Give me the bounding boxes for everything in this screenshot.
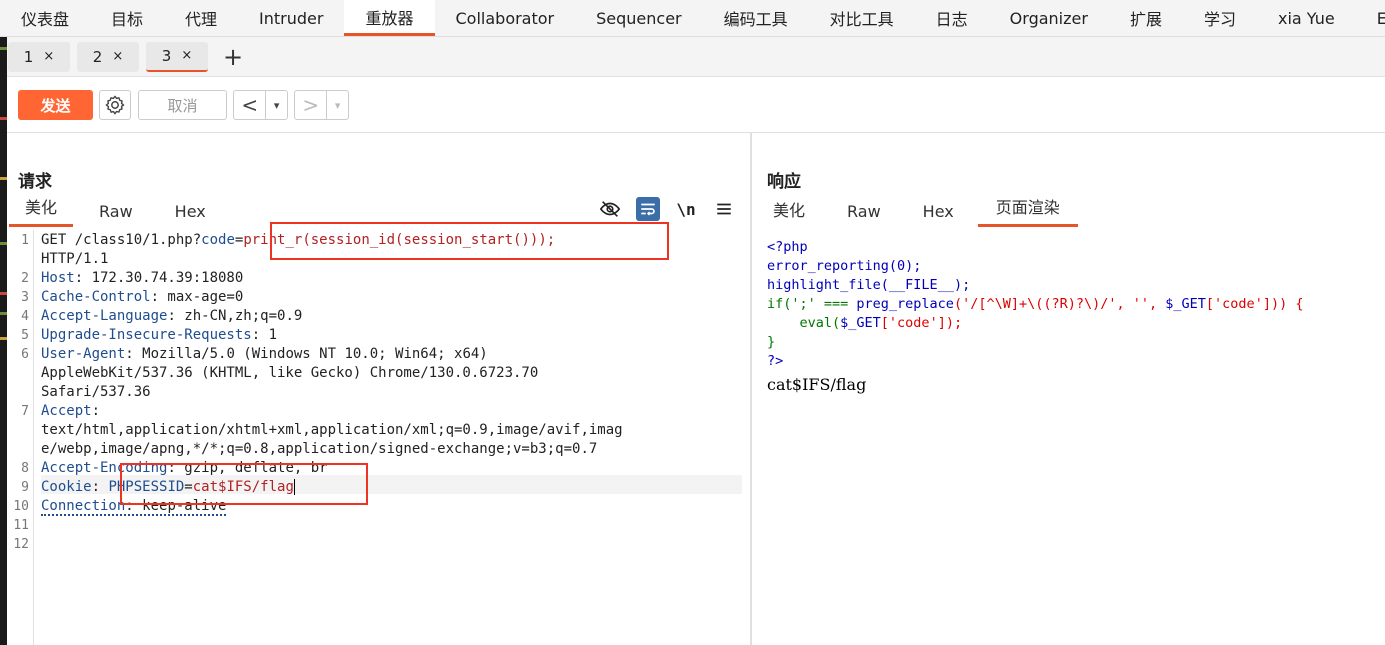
newline-icon[interactable]: \n [674, 197, 698, 221]
menu-tab-extensions[interactable]: 扩展 [1109, 0, 1183, 36]
request-line-6-cont: AppleWebKit/537.36 (KHTML, like Gecko) C… [41, 365, 539, 381]
menu-tab-organizer[interactable]: Organizer [989, 0, 1109, 36]
send-button[interactable]: 发送 [18, 90, 93, 120]
repeater-tabs: 1 × 2 × 3 × + [7, 37, 1385, 77]
request-line-6-cont: Safari/537.36 [41, 384, 151, 400]
repeater-tab-1[interactable]: 1 × [8, 41, 70, 72]
request-line-6: User-Agent: Mozilla/5.0 (Windows NT 10.0… [41, 346, 488, 362]
response-title: 响应 [767, 172, 801, 192]
line-number: 9 [21, 480, 29, 495]
add-tab-icon[interactable]: + [223, 43, 243, 71]
response-tab-hex[interactable]: Hex [897, 202, 970, 227]
request-view-icons: \n [598, 197, 736, 221]
settings-button[interactable] [99, 90, 131, 120]
menu-tab-logger[interactable]: 日志 [915, 0, 989, 36]
response-code-line: if(';' === preg_replace('/[^\W]+\((?R)?\… [767, 296, 1304, 312]
request-tabs: 美化 Raw Hex [9, 198, 222, 227]
request-title: 请求 [18, 172, 52, 192]
request-line-7-cont: e/webp,image/apng,*/*;q=0.8,application/… [41, 441, 598, 457]
menu-icon[interactable] [712, 197, 736, 221]
response-code-line: eval($_GET['code']); [767, 315, 963, 331]
line-number: 12 [13, 537, 29, 552]
tab-label: 1 [23, 47, 34, 66]
menu-tab-proxy[interactable]: 代理 [164, 0, 238, 36]
menu-tab-repeater[interactable]: 重放器 [344, 0, 435, 36]
chevron-right-icon: > [302, 93, 320, 117]
menu-tab-decoder[interactable]: 编码工具 [703, 0, 809, 36]
response-tab-pretty[interactable]: 美化 [757, 197, 821, 227]
close-icon[interactable]: × [43, 49, 54, 64]
request-tab-hex[interactable]: Hex [149, 202, 222, 227]
close-icon[interactable]: × [112, 49, 123, 64]
back-button[interactable]: < ▾ [233, 90, 288, 120]
request-editor[interactable]: 1 2 3 4 5 6 7 8 9 10 11 12 GET /class10/… [7, 222, 750, 645]
menu-tab-intruder[interactable]: Intruder [238, 0, 344, 36]
response-tab-raw[interactable]: Raw [821, 202, 897, 227]
request-line-7: Accept: [41, 403, 101, 419]
request-line-1-cont: HTTP/1.1 [41, 251, 109, 267]
menu-tab-export[interactable]: Export [1356, 0, 1385, 36]
menu-tab-target[interactable]: 目标 [90, 0, 164, 36]
menu-tab-learn[interactable]: 学习 [1183, 0, 1257, 36]
response-tab-render[interactable]: 页面渲染 [977, 194, 1078, 227]
gear-icon [105, 95, 125, 115]
response-tabs: 美化 Raw Hex 页面渲染 [757, 197, 1078, 227]
repeater-tab-2[interactable]: 2 × [77, 41, 139, 72]
request-line-2: Host: 172.30.74.39:18080 [41, 270, 244, 286]
line-number: 5 [21, 328, 29, 343]
eye-slash-icon[interactable] [598, 197, 622, 221]
request-tab-raw[interactable]: Raw [73, 202, 149, 227]
line-number: 8 [21, 461, 29, 476]
panel-divider[interactable] [750, 133, 752, 645]
chevron-down-icon[interactable]: ▾ [326, 91, 348, 119]
request-line-5: Upgrade-Insecure-Requests: 1 [41, 327, 278, 343]
line-number: 4 [21, 309, 29, 324]
tab-label: 3 [161, 46, 172, 65]
chevron-down-icon[interactable]: ▾ [265, 91, 287, 119]
highlight-box-cookie [120, 463, 368, 505]
line-number: 6 [21, 347, 29, 362]
menu-tab-collaborator[interactable]: Collaborator [435, 0, 576, 36]
repeater-toolbar: 发送 取消 < ▾ > ▾ [7, 78, 1385, 133]
response-render: <?php error_reporting(0); highlight_file… [767, 238, 1385, 394]
request-line-4: Accept-Language: zh-CN,zh;q=0.9 [41, 308, 303, 324]
repeater-tab-3[interactable]: 3 × [146, 41, 208, 72]
wrap-icon[interactable] [636, 197, 660, 221]
line-number: 7 [21, 404, 29, 419]
line-number: 3 [21, 290, 29, 305]
line-number: 2 [21, 271, 29, 286]
forward-button[interactable]: > ▾ [294, 90, 349, 120]
response-code-line: error_reporting(0); [767, 258, 922, 274]
tab-label: 2 [92, 47, 103, 66]
php-close-tag: ?> [767, 353, 784, 369]
request-line-7-cont: text/html,application/xhtml+xml,applicat… [41, 422, 623, 438]
left-edge-strip [0, 37, 7, 645]
main-menu: 仪表盘 目标 代理 Intruder 重放器 Collaborator Sequ… [0, 0, 1385, 37]
line-number: 1 [21, 233, 29, 248]
cancel-button[interactable]: 取消 [138, 90, 227, 120]
line-number: 10 [13, 499, 29, 514]
request-line-3: Cache-Control: max-age=0 [41, 289, 244, 305]
response-output-text: cat$IFS/flag [767, 375, 867, 394]
request-tab-pretty[interactable]: 美化 [9, 194, 74, 227]
close-icon[interactable]: × [181, 48, 192, 63]
line-number: 11 [13, 518, 29, 533]
highlight-box-code-param [270, 222, 669, 260]
menu-tab-comparer[interactable]: 对比工具 [809, 0, 915, 36]
php-open-tag: <?php [767, 239, 808, 255]
menu-tab-xia-yue[interactable]: xia Yue [1257, 0, 1356, 36]
chevron-left-icon: < [241, 93, 259, 117]
line-number-gutter: 1 2 3 4 5 6 7 8 9 10 11 12 [7, 230, 34, 645]
response-code-line: } [767, 334, 776, 350]
menu-tab-sequencer[interactable]: Sequencer [575, 0, 703, 36]
menu-tab-dashboard[interactable]: 仪表盘 [0, 0, 90, 36]
response-code-line: highlight_file(__FILE__); [767, 277, 971, 293]
